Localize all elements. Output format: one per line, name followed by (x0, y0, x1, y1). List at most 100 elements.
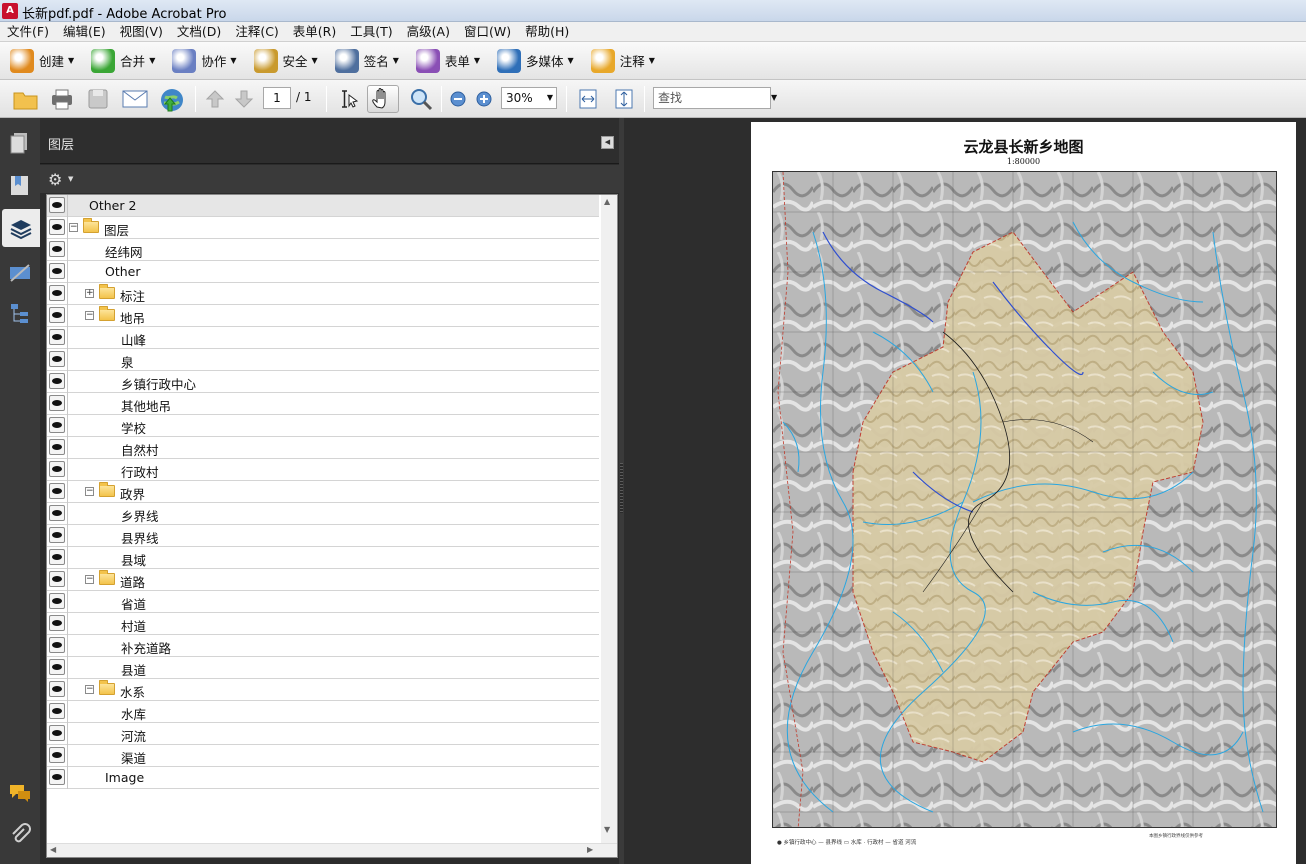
layer-row[interactable]: − 政界 (47, 481, 599, 503)
select-tool-button[interactable] (337, 87, 361, 111)
layer-row[interactable]: 省道 (47, 591, 599, 613)
layer-row[interactable]: 渠道 (47, 745, 599, 767)
eye-visibility-icon[interactable] (49, 615, 65, 631)
attachments-button[interactable] (5, 820, 35, 850)
eye-visibility-icon[interactable] (49, 241, 65, 257)
zoom-level-select[interactable]: 30% ▼ (501, 87, 557, 109)
eye-visibility-icon[interactable] (49, 659, 65, 675)
zoom-tool-button[interactable] (408, 87, 434, 111)
eye-visibility-icon[interactable] (49, 769, 65, 785)
comment-button[interactable]: 注释 ▼ (589, 46, 657, 76)
search-options-chevron-icon[interactable]: ▼ (771, 93, 777, 117)
signatures-button[interactable] (5, 258, 35, 288)
scroll-down-arrow-icon[interactable]: ▼ (604, 825, 610, 834)
horizontal-scrollbar[interactable]: ◀ ▶ (47, 843, 617, 857)
scroll-left-arrow-icon[interactable]: ◀ (50, 845, 56, 854)
splitter-grip[interactable] (620, 463, 623, 513)
collapse-icon[interactable]: − (85, 685, 94, 694)
layer-row[interactable]: 自然村 (47, 437, 599, 459)
layer-row[interactable]: 水库 (47, 701, 599, 723)
eye-visibility-icon[interactable] (49, 725, 65, 741)
eye-visibility-icon[interactable] (49, 439, 65, 455)
vertical-scrollbar[interactable]: ▲ ▼ (601, 195, 617, 843)
eye-visibility-icon[interactable] (49, 197, 65, 213)
eye-visibility-icon[interactable] (49, 637, 65, 653)
layer-row[interactable]: 村道 (47, 613, 599, 635)
menu-item[interactable]: 注释(C) (228, 22, 285, 41)
layer-row[interactable]: 山峰 (47, 327, 599, 349)
menu-item[interactable]: 视图(V) (113, 22, 170, 41)
layer-row[interactable]: + 标注 (47, 283, 599, 305)
pdf-page[interactable]: 云龙县长新乡地图 1:80000 ● 乡镇行政中心 — 县界线 ▭ 水库 · 行… (751, 122, 1296, 864)
layer-row[interactable]: − 水系 (47, 679, 599, 701)
layer-row[interactable]: 学校 (47, 415, 599, 437)
web-upload-button[interactable] (158, 87, 186, 112)
eye-visibility-icon[interactable] (49, 681, 65, 697)
chevron-down-icon[interactable]: ▼ (68, 175, 73, 183)
open-button[interactable] (12, 87, 40, 111)
collapse-panel-button[interactable]: ◀ (601, 136, 614, 149)
layer-row[interactable]: 行政村 (47, 459, 599, 481)
fit-width-button[interactable] (576, 87, 600, 111)
menu-item[interactable]: 工具(T) (343, 22, 399, 41)
layer-row[interactable]: Image (47, 767, 599, 789)
eye-visibility-icon[interactable] (49, 549, 65, 565)
layer-row[interactable]: − 地吊 (47, 305, 599, 327)
eye-visibility-icon[interactable] (49, 571, 65, 587)
eye-visibility-icon[interactable] (49, 285, 65, 301)
expand-icon[interactable]: + (85, 289, 94, 298)
gear-icon[interactable]: ⚙ (48, 170, 62, 189)
eye-visibility-icon[interactable] (49, 483, 65, 499)
eye-visibility-icon[interactable] (49, 747, 65, 763)
collapse-icon[interactable]: − (69, 223, 78, 232)
eye-visibility-icon[interactable] (49, 461, 65, 477)
layer-row[interactable]: Other (47, 261, 599, 283)
collapse-icon[interactable]: − (85, 487, 94, 496)
email-button[interactable] (121, 87, 149, 111)
document-area[interactable]: 云龙县长新乡地图 1:80000 ● 乡镇行政中心 — 县界线 ▭ 水库 · 行… (624, 118, 1306, 864)
combine-button[interactable]: 合并 ▼ (89, 46, 157, 76)
layer-row[interactable]: − 图层 (47, 217, 599, 239)
menu-item[interactable]: 窗口(W) (457, 22, 518, 41)
zoom-in-button[interactable] (476, 91, 492, 115)
pages-button[interactable] (5, 128, 35, 158)
layer-row[interactable]: 河流 (47, 723, 599, 745)
menu-item[interactable]: 高级(A) (400, 22, 457, 41)
create-button[interactable]: 创建 ▼ (8, 46, 76, 76)
eye-visibility-icon[interactable] (49, 263, 65, 279)
multimedia-button[interactable]: 多媒体 ▼ (495, 46, 576, 76)
eye-visibility-icon[interactable] (49, 307, 65, 323)
layer-row[interactable]: 乡界线 (47, 503, 599, 525)
menu-item[interactable]: 帮助(H) (518, 22, 576, 41)
layers-button[interactable] (2, 209, 40, 247)
eye-visibility-icon[interactable] (49, 417, 65, 433)
menu-item[interactable]: 文档(D) (170, 22, 228, 41)
eye-visibility-icon[interactable] (49, 703, 65, 719)
bookmarks-button[interactable] (5, 170, 35, 200)
layer-row[interactable]: 县域 (47, 547, 599, 569)
eye-visibility-icon[interactable] (49, 527, 65, 543)
hand-tool-button[interactable] (367, 85, 399, 113)
scroll-right-arrow-icon[interactable]: ▶ (587, 845, 593, 854)
scroll-up-arrow-icon[interactable]: ▲ (604, 197, 610, 206)
eye-visibility-icon[interactable] (49, 329, 65, 345)
menu-item[interactable]: 编辑(E) (56, 22, 113, 41)
collapse-icon[interactable]: − (85, 575, 94, 584)
previous-page-button[interactable] (204, 87, 226, 111)
pen-button[interactable]: 签名 ▼ (333, 46, 401, 76)
layer-row[interactable]: 其他地吊 (47, 393, 599, 415)
eye-visibility-icon[interactable] (49, 593, 65, 609)
eye-visibility-icon[interactable] (49, 373, 65, 389)
menu-item[interactable]: 文件(F) (0, 22, 56, 41)
collaborate-button[interactable]: 协作 ▼ (170, 46, 238, 76)
layer-row[interactable]: − 道路 (47, 569, 599, 591)
eye-visibility-icon[interactable] (49, 395, 65, 411)
eye-visibility-icon[interactable] (49, 505, 65, 521)
comments-button[interactable] (5, 778, 35, 808)
layer-row[interactable]: 县道 (47, 657, 599, 679)
print-button[interactable] (49, 87, 75, 111)
collapse-icon[interactable]: − (85, 311, 94, 320)
layer-row[interactable]: 泉 (47, 349, 599, 371)
model-tree-button[interactable] (5, 299, 35, 329)
menu-item[interactable]: 表单(R) (286, 22, 343, 41)
